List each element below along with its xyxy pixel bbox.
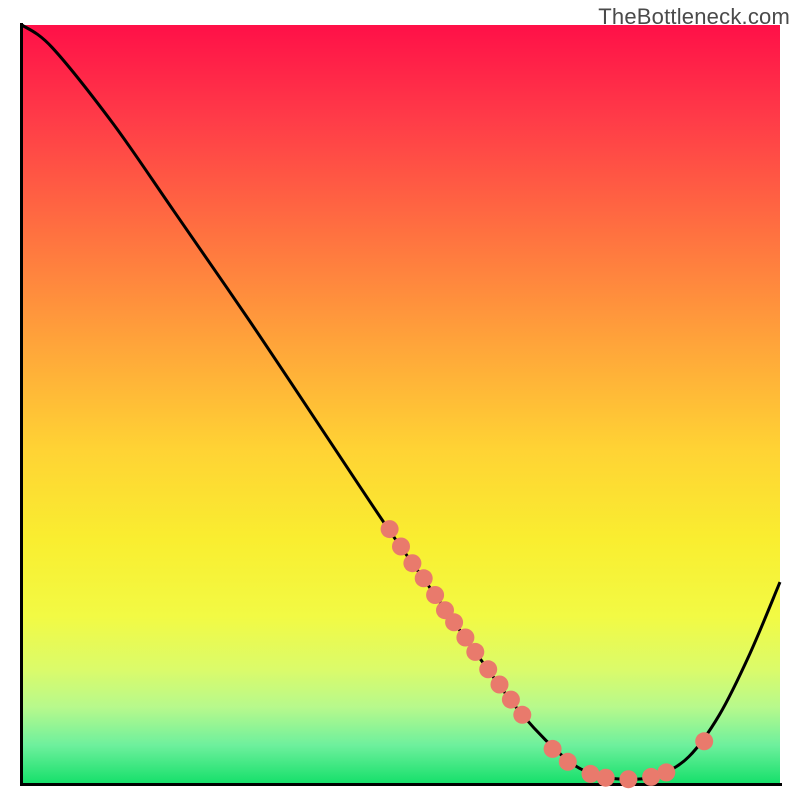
data-point [657,763,675,781]
chart-container: TheBottleneck.com [0,0,800,800]
data-point [619,770,637,788]
data-point [466,643,484,661]
data-point [559,753,577,771]
data-point [582,765,600,783]
data-markers [381,520,714,788]
data-point [479,660,497,678]
data-point [544,740,562,758]
data-point [381,520,399,538]
watermark-text: TheBottleneck.com [598,4,790,30]
data-point [445,613,463,631]
data-point [403,554,421,572]
data-point [392,538,410,556]
data-point [426,586,444,604]
data-point [491,676,509,694]
data-point [513,706,531,724]
data-point [597,769,615,787]
data-point [642,768,660,786]
data-point [502,691,520,709]
bottleneck-curve [22,25,780,779]
chart-svg [22,25,780,783]
x-axis-line [20,783,782,786]
data-point [415,569,433,587]
data-point [695,732,713,750]
